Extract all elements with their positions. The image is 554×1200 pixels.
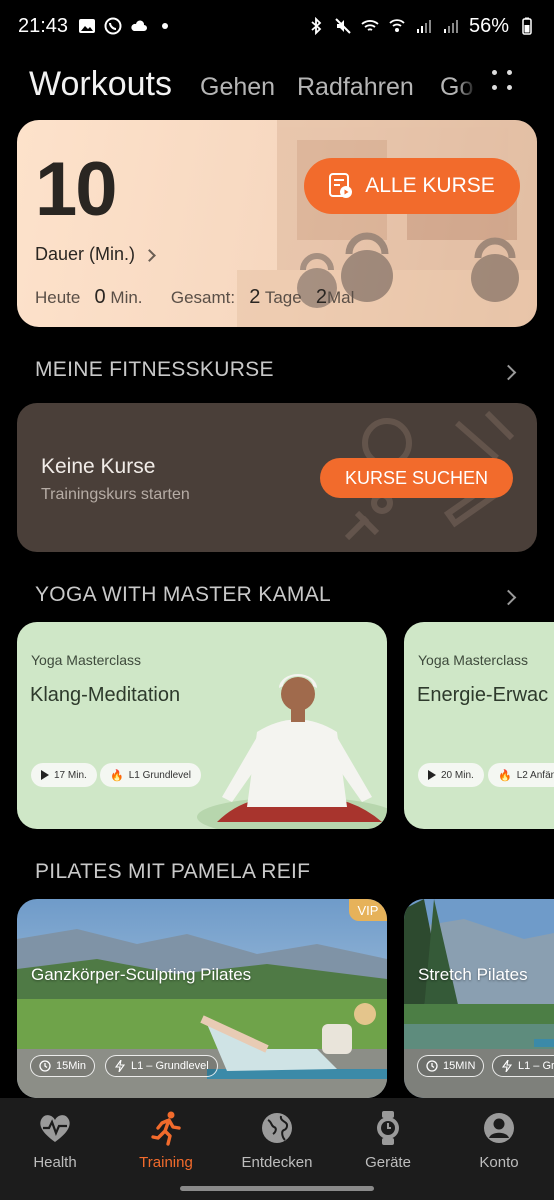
level-badge: 🔥 L1 Grundlevel (100, 763, 201, 787)
play-icon (41, 770, 49, 780)
yoga-course-card[interactable]: Yoga Masterclass Energie-Erwac 20 Min. 🔥… (404, 622, 554, 829)
lightning-icon (114, 1060, 126, 1072)
course-title: Ganzkörper-Sculpting Pilates (31, 965, 252, 984)
nav-label: Health (33, 1154, 77, 1171)
status-bar: 21:43 56% (0, 0, 554, 52)
search-courses-button[interactable]: KURSE SUCHEN (320, 458, 513, 498)
today-value: 0 (94, 286, 106, 308)
course-kicker: Yoga Masterclass (418, 652, 528, 668)
nav-health[interactable]: Health (0, 1110, 110, 1171)
play-icon (428, 770, 436, 780)
course-list-icon (329, 173, 353, 198)
duration-badge: 20 Min. (418, 763, 484, 787)
pilates-section-header[interactable]: PILATES MIT PAMELA REIF (35, 860, 310, 884)
duration-text: 17 Min. (54, 769, 87, 781)
home-indicator[interactable] (180, 1186, 374, 1191)
vip-badge: VIP (349, 899, 387, 921)
lightning-icon (501, 1060, 513, 1072)
nav-label: Konto (479, 1154, 519, 1171)
nav-geraete[interactable]: Geräte (333, 1110, 443, 1171)
duration-text: 20 Min. (441, 769, 474, 781)
total-times: 2 (315, 286, 328, 308)
chevron-right-icon[interactable] (500, 589, 517, 606)
yoga-course-card[interactable]: Yoga Masterclass Klang-Meditation 17 Min… (17, 622, 387, 829)
account-icon (484, 1113, 514, 1143)
flame-icon: 🔥 (110, 769, 124, 782)
dot-icon (162, 23, 169, 29)
my-courses-header[interactable]: MEINE FITNESSKURSE (35, 358, 274, 382)
yoga-section-header[interactable]: YOGA WITH MASTER KAMAL (35, 583, 331, 607)
whatsapp-icon (104, 17, 122, 35)
battery-icon (522, 17, 532, 35)
more-menu-icon[interactable] (488, 66, 516, 94)
chevron-right-icon[interactable] (500, 364, 517, 381)
total-days: 2 (249, 286, 261, 308)
battery-percent: 56% (468, 14, 509, 37)
status-time: 21:43 (18, 14, 69, 37)
wifi-icon (361, 20, 379, 31)
duration-badge: 17 Min. (31, 763, 97, 787)
my-courses-card: Keine Kurse Trainingskurs starten KURSE … (17, 403, 537, 552)
gallery-icon (79, 19, 96, 33)
summary-stats: Heute 0 Min. Gesamt: 2 Tage 2Mal (35, 286, 354, 309)
course-title: Stretch Pilates (418, 965, 528, 984)
level-badge: L1 – Grun (492, 1055, 554, 1077)
level-text: L2 Anfänger (516, 769, 554, 781)
level-text: L1 Grundlevel (128, 769, 191, 781)
wifi-calling-icon (389, 19, 405, 32)
tab-workouts[interactable]: Workouts (29, 65, 172, 104)
nav-konto[interactable]: Konto (444, 1110, 554, 1171)
signal-icon (416, 20, 431, 33)
nav-label: Geräte (365, 1154, 411, 1171)
duration-text: 15MIN (443, 1060, 476, 1072)
duration-selector[interactable]: Dauer (Min.) (35, 244, 156, 265)
runner-icon (151, 1111, 181, 1146)
globe-icon (262, 1113, 292, 1143)
heart-icon (40, 1115, 70, 1142)
duration-badge: 15Min (30, 1055, 95, 1077)
mute-icon (335, 18, 351, 34)
workout-summary-card[interactable]: 10 Dauer (Min.) Heute 0 Min. Gesamt: 2 T… (17, 120, 537, 327)
empty-courses-subtitle: Trainingskurs starten (41, 486, 190, 503)
summary-value: 10 (35, 147, 118, 232)
bluetooth-icon (311, 17, 322, 35)
watch-icon (377, 1111, 399, 1145)
course-title: Klang-Meditation (30, 684, 181, 706)
signal-2-icon (443, 20, 458, 33)
pilates-course-card[interactable]: VIP Ganzkörper-Sculpting Pilates 15Min L… (17, 899, 387, 1098)
days-unit: Tage (264, 288, 302, 307)
pilates-course-card[interactable]: Stretch Pilates 15MIN L1 – Grun (404, 899, 554, 1098)
today-label: Heute (35, 288, 81, 307)
cloud-icon (131, 20, 148, 31)
course-kicker: Yoga Masterclass (31, 652, 141, 668)
clock-icon (39, 1060, 51, 1072)
flame-icon: 🔥 (498, 769, 512, 782)
nav-label: Training (139, 1154, 193, 1171)
course-title: Energie-Erwac (417, 684, 549, 706)
chevron-right-icon (143, 249, 156, 262)
level-text: L1 – Grun (518, 1060, 554, 1072)
all-courses-label: ALLE KURSE (365, 174, 495, 197)
nav-entdecken[interactable]: Entdecken (222, 1110, 332, 1171)
total-label: Gesamt: (170, 288, 236, 307)
bottom-navigation: Health Training Entdecken Geräte Konto (0, 1098, 554, 1200)
level-badge: L1 – Grundlevel (105, 1055, 218, 1077)
empty-courses-title: Keine Kurse (41, 455, 156, 478)
tab-gehen[interactable]: Gehen (200, 73, 275, 102)
times-unit: Mal (327, 288, 355, 307)
yoga-instructor-image (197, 674, 387, 829)
tab-radfahren[interactable]: Radfahren (297, 73, 414, 102)
duration-badge: 15MIN (417, 1055, 485, 1077)
nav-training[interactable]: Training (111, 1110, 221, 1171)
clock-icon (426, 1060, 438, 1072)
today-unit: Min. (110, 288, 143, 307)
level-badge: 🔥 L2 Anfänger (488, 763, 554, 787)
nav-label: Entdecken (241, 1154, 313, 1171)
level-text: L1 – Grundlevel (131, 1060, 209, 1072)
duration-text: 15Min (56, 1060, 86, 1072)
all-courses-button[interactable]: ALLE KURSE (304, 158, 520, 214)
duration-label: Dauer (Min.) (35, 244, 136, 264)
